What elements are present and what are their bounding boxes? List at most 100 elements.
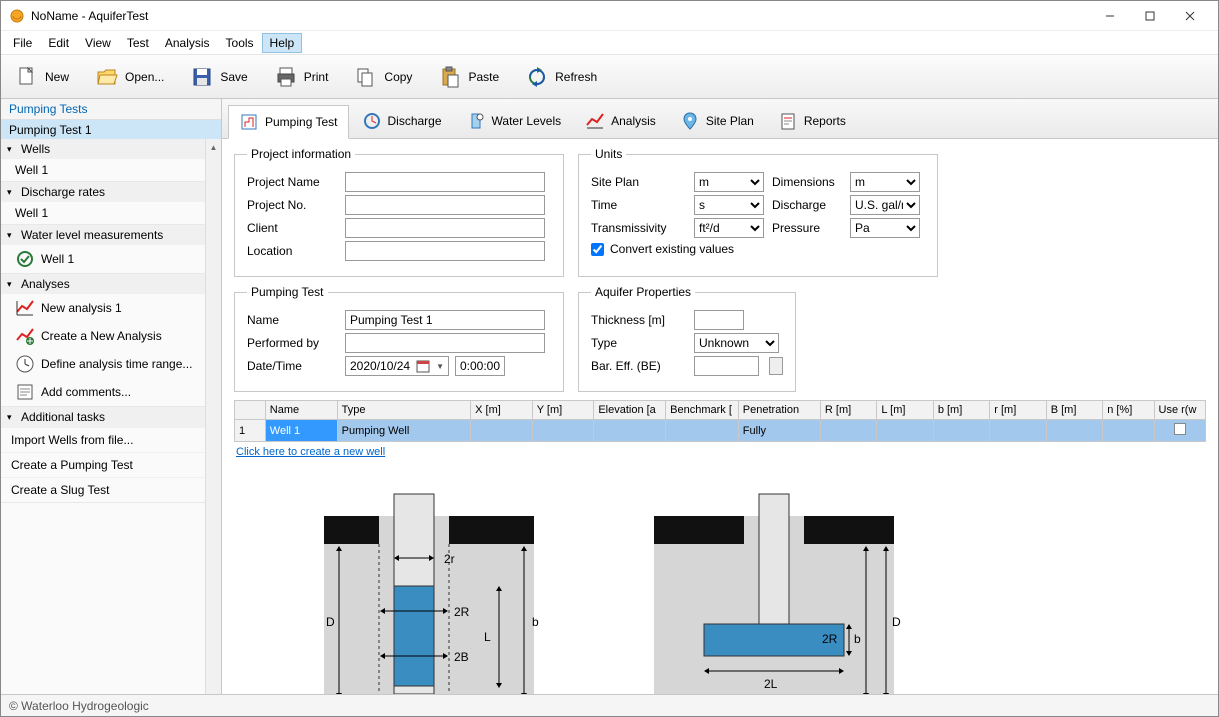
project-no-input[interactable] [345, 195, 545, 215]
navigation-tree: ▾Wells Well 1 ▾Discharge rates Well 1 ▾W… [1, 139, 221, 694]
tab-site-plan[interactable]: Site Plan [669, 104, 765, 138]
cell-penet[interactable]: Fully [738, 420, 820, 442]
close-button[interactable] [1170, 2, 1210, 30]
scroll-up-icon[interactable]: ▲ [206, 139, 221, 155]
tab-discharge[interactable]: Discharge [351, 104, 453, 138]
wells-child[interactable]: Well 1 [1, 159, 221, 181]
menu-help[interactable]: Help [262, 33, 303, 53]
cell-bench[interactable] [666, 420, 739, 442]
refresh-button[interactable]: Refresh [519, 61, 603, 93]
cell-name[interactable]: Well 1 [265, 420, 337, 442]
save-button[interactable]: Save [184, 61, 253, 93]
cell-b[interactable] [933, 420, 989, 442]
bareff-input[interactable] [694, 356, 759, 376]
project-name-input[interactable] [345, 172, 545, 192]
col-elev[interactable]: Elevation [a [594, 401, 666, 420]
location-input[interactable] [345, 241, 545, 261]
copy-button[interactable]: Copy [348, 61, 418, 93]
task-create-slug[interactable]: Create a Slug Test [1, 477, 221, 502]
col-use[interactable]: Use r(w [1154, 401, 1205, 420]
cell-L[interactable] [877, 420, 933, 442]
thickness-input[interactable] [694, 310, 744, 330]
new-icon [15, 65, 39, 89]
performed-input[interactable] [345, 333, 545, 353]
analysis-create[interactable]: Create a New Analysis [1, 322, 221, 350]
col-x[interactable]: X [m] [471, 401, 533, 420]
siteplan-unit-select[interactable]: m [694, 172, 764, 192]
cell-R[interactable] [820, 420, 876, 442]
col-B[interactable]: B [m] [1046, 401, 1102, 420]
cell-y[interactable] [532, 420, 594, 442]
paste-button[interactable]: Paste [432, 61, 505, 93]
col-penet[interactable]: Penetration [738, 401, 820, 420]
bareff-button[interactable] [769, 357, 783, 375]
task-import-wells[interactable]: Import Wells from file... [1, 427, 221, 452]
analysis-timerange[interactable]: Define analysis time range... [1, 350, 221, 378]
pressure-select[interactable]: Pa [850, 218, 920, 238]
menu-view[interactable]: View [77, 33, 119, 53]
project-info-group: Project information Project Name Project… [234, 147, 564, 277]
menu-analysis[interactable]: Analysis [157, 33, 218, 53]
cell-n[interactable] [1103, 420, 1154, 442]
discharge-child[interactable]: Well 1 [1, 202, 221, 224]
maximize-button[interactable] [1130, 2, 1170, 30]
pumping-test-item[interactable]: Pumping Test 1 [1, 120, 221, 140]
tab-analysis[interactable]: Analysis [574, 104, 667, 138]
trans-select[interactable]: ft²/d [694, 218, 764, 238]
table-row[interactable]: 1 Well 1 Pumping Well Fully [235, 420, 1206, 442]
time-unit-label: Time [591, 198, 686, 212]
cell-x[interactable] [471, 420, 533, 442]
tab-reports[interactable]: Reports [767, 104, 857, 138]
cell-use[interactable] [1154, 420, 1205, 442]
print-button[interactable]: Print [268, 61, 335, 93]
col-name[interactable]: Name [265, 401, 337, 420]
tab-water-levels[interactable]: Water Levels [455, 104, 573, 138]
note-icon [15, 382, 35, 402]
test-name-input[interactable] [345, 310, 545, 330]
cell-type[interactable]: Pumping Well [337, 420, 470, 442]
discharge-group[interactable]: ▾Discharge rates [1, 182, 221, 202]
scrollbar[interactable]: ▲ [205, 139, 221, 694]
tab-pumping-test[interactable]: Pumping Test [228, 105, 349, 139]
analysis-new[interactable]: New analysis 1 [1, 294, 221, 322]
time-unit-select[interactable]: s [694, 195, 764, 215]
menu-tools[interactable]: Tools [218, 33, 262, 53]
performed-label: Performed by [247, 336, 337, 350]
col-bench[interactable]: Benchmark [ [666, 401, 739, 420]
discharge-unit-select[interactable]: U.S. gal/min [850, 195, 920, 215]
wlm-group[interactable]: ▾Water level measurements [1, 225, 221, 245]
menu-test[interactable]: Test [119, 33, 157, 53]
minimize-button[interactable] [1090, 2, 1130, 30]
time-picker[interactable]: 0:00:00 [455, 356, 505, 376]
col-r[interactable]: r [m] [990, 401, 1046, 420]
new-button[interactable]: New [9, 61, 75, 93]
task-create-pumping[interactable]: Create a Pumping Test [1, 452, 221, 477]
col-b[interactable]: b [m] [933, 401, 989, 420]
analyses-group[interactable]: ▾Analyses [1, 274, 221, 294]
client-input[interactable] [345, 218, 545, 238]
aquifer-type-select[interactable]: Unknown [694, 333, 779, 353]
analysis-icon [585, 111, 605, 131]
open-button[interactable]: Open... [89, 61, 170, 93]
use-checkbox[interactable] [1174, 423, 1186, 435]
convert-checkbox[interactable] [591, 243, 604, 256]
menu-edit[interactable]: Edit [40, 33, 77, 53]
col-L[interactable]: L [m] [877, 401, 933, 420]
addtasks-group[interactable]: ▾Additional tasks [1, 407, 221, 427]
col-R[interactable]: R [m] [820, 401, 876, 420]
menu-file[interactable]: File [5, 33, 40, 53]
col-y[interactable]: Y [m] [532, 401, 594, 420]
analysis-comments[interactable]: Add comments... [1, 378, 221, 406]
cell-B[interactable] [1046, 420, 1102, 442]
water-levels-icon [466, 111, 486, 131]
cell-elev[interactable] [594, 420, 666, 442]
col-n[interactable]: n [%] [1103, 401, 1154, 420]
new-well-link[interactable]: Click here to create a new well [234, 442, 387, 462]
cell-r[interactable] [990, 420, 1046, 442]
wells-group[interactable]: ▾Wells [1, 139, 221, 159]
wlm-child[interactable]: Well 1 [1, 245, 221, 273]
date-picker[interactable]: 2020/10/24 ▼ [345, 356, 449, 376]
col-rownum[interactable] [235, 401, 266, 420]
dimensions-select[interactable]: m [850, 172, 920, 192]
col-type[interactable]: Type [337, 401, 470, 420]
